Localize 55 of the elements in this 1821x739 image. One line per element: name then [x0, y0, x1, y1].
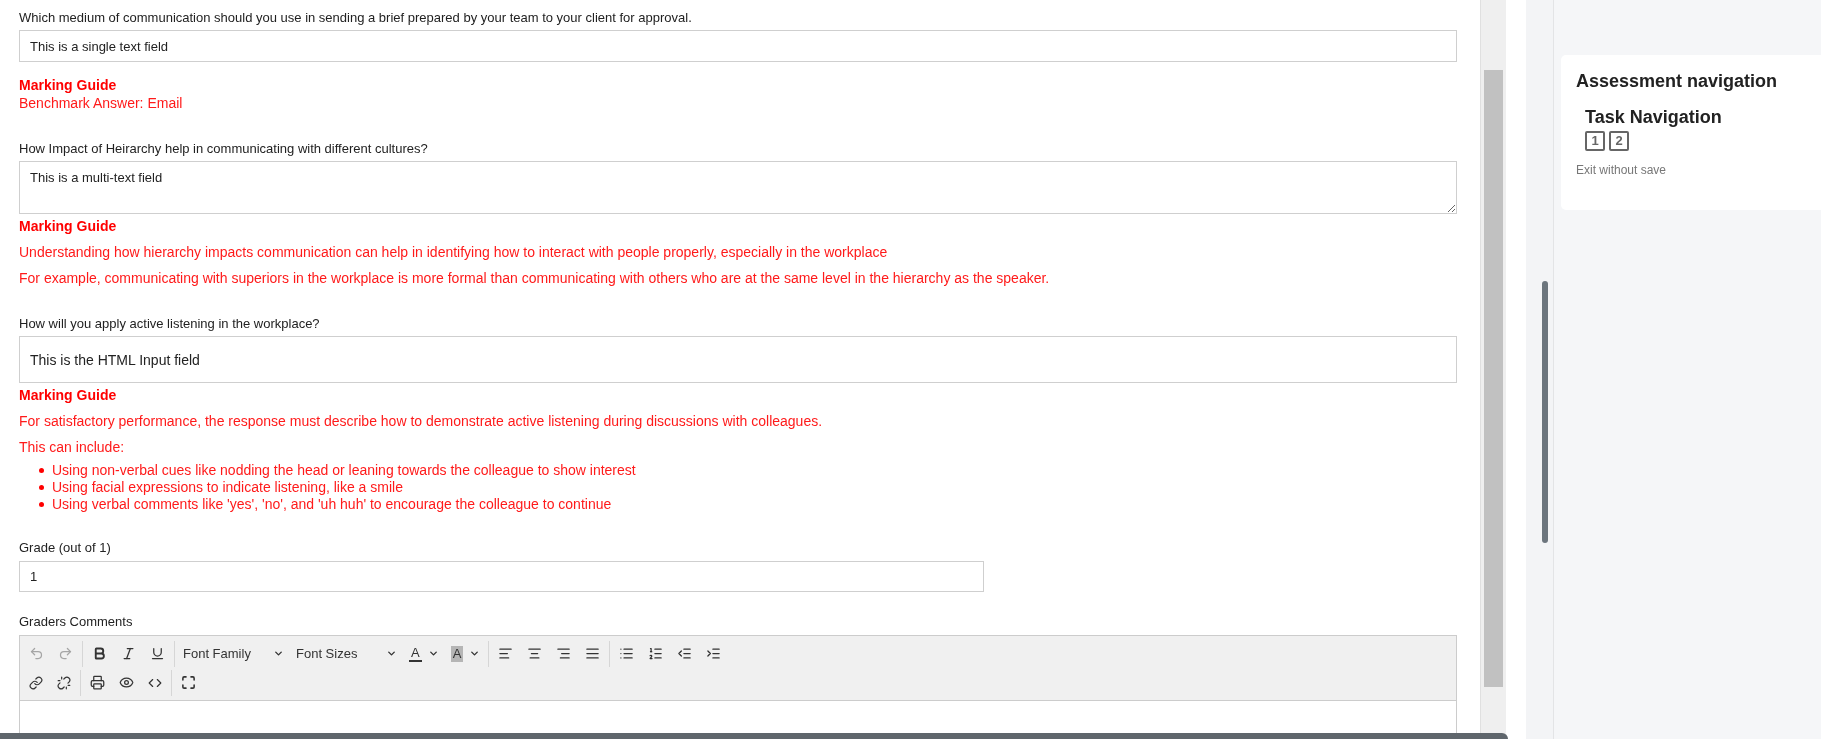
fullscreen-icon	[181, 675, 196, 690]
eye-icon	[119, 675, 134, 690]
marking-guide-text: For example, communicating with superiors in the workplace is more formal than communicating with others who are at the same level in the hierarchy as the speaker.	[19, 269, 1051, 287]
marking-guide-bullet: Using verbal comments like 'yes', 'no', and 'uh huh' to encourage the colleague to continue	[52, 496, 612, 513]
font-family-dropdown[interactable]: Font Family	[177, 640, 290, 667]
marking-guide-text: Benchmark Answer: Email	[19, 94, 184, 112]
unlink-icon	[57, 675, 71, 690]
text-field[interactable]: This is the HTML Input field	[19, 336, 1457, 383]
link-icon	[29, 675, 43, 690]
grade-label: Grade (out of 1)	[19, 540, 112, 556]
task-link[interactable]: 1	[1585, 131, 1605, 151]
question-text: Which medium of communication should you use in sending a brief prepared by your team to your client for approval.	[19, 10, 693, 26]
font-size-dropdown[interactable]: Font Sizes	[290, 640, 403, 667]
bullet-icon	[39, 468, 44, 473]
marking-guide-title: Marking Guide	[19, 76, 118, 94]
marking-guide-title: Marking Guide	[19, 386, 118, 404]
justify-icon	[585, 646, 601, 661]
marking-guide-text: This can include:	[19, 438, 126, 456]
align-left-icon	[498, 646, 514, 661]
navigation-title: Assessment navigation	[1576, 70, 1779, 92]
task-link[interactable]: 2	[1609, 131, 1629, 151]
text-area[interactable]: This is a multi-text field	[19, 161, 1457, 214]
caret-icon	[469, 648, 481, 659]
caret-icon	[386, 648, 397, 659]
question-text: How will you apply active listening in the workplace?	[19, 316, 321, 332]
underline-icon	[150, 646, 165, 661]
align-right-icon	[556, 646, 572, 661]
grade-field[interactable]: 1	[19, 561, 984, 592]
text-field[interactable]: This is a single text field	[19, 30, 1457, 62]
numbered-list-icon	[648, 646, 664, 661]
bullet-list-icon	[619, 646, 635, 661]
printer-icon	[90, 675, 105, 690]
text-color-button[interactable]: A	[403, 640, 445, 667]
outdent-icon	[677, 646, 693, 661]
background-color-button[interactable]: A	[444, 640, 487, 667]
marking-guide-text: Understanding how hierarchy impacts communication can help in identifying how to interact with people properly, especially in the workplace	[19, 243, 889, 261]
scrollbar-thumb[interactable]	[1542, 281, 1548, 543]
marking-guide-bullet: Using facial expressions to indicate listening, like a smile	[52, 479, 403, 496]
marking-guide-title: Marking Guide	[19, 217, 118, 235]
marking-guide-text: For satisfactory performance, the response must describe how to demonstrate active listening during discussions with colleagues.	[19, 412, 824, 430]
bullet-icon	[39, 485, 44, 490]
scrollbar-thumb[interactable]	[1484, 70, 1503, 687]
marking-guide-bullet: Using non-verbal cues like nodding the head or leaning towards the colleague to show interest	[52, 462, 636, 479]
exit-link[interactable]: Exit without save	[1576, 161, 1821, 179]
bold-icon	[92, 646, 107, 661]
comments-label: Graders Comments	[19, 614, 134, 630]
align-center-icon	[527, 646, 543, 661]
horizontal-scrollbar-thumb[interactable]	[0, 733, 1508, 739]
indent-icon	[706, 646, 722, 661]
task-navigation-title: Task Navigation	[1585, 106, 1723, 128]
caret-icon	[427, 648, 439, 659]
bullet-icon	[39, 502, 44, 507]
italic-icon	[121, 646, 136, 661]
question-text: How Impact of Heirarchy help in communicating with different cultures?	[19, 141, 429, 157]
caret-icon	[273, 648, 284, 659]
